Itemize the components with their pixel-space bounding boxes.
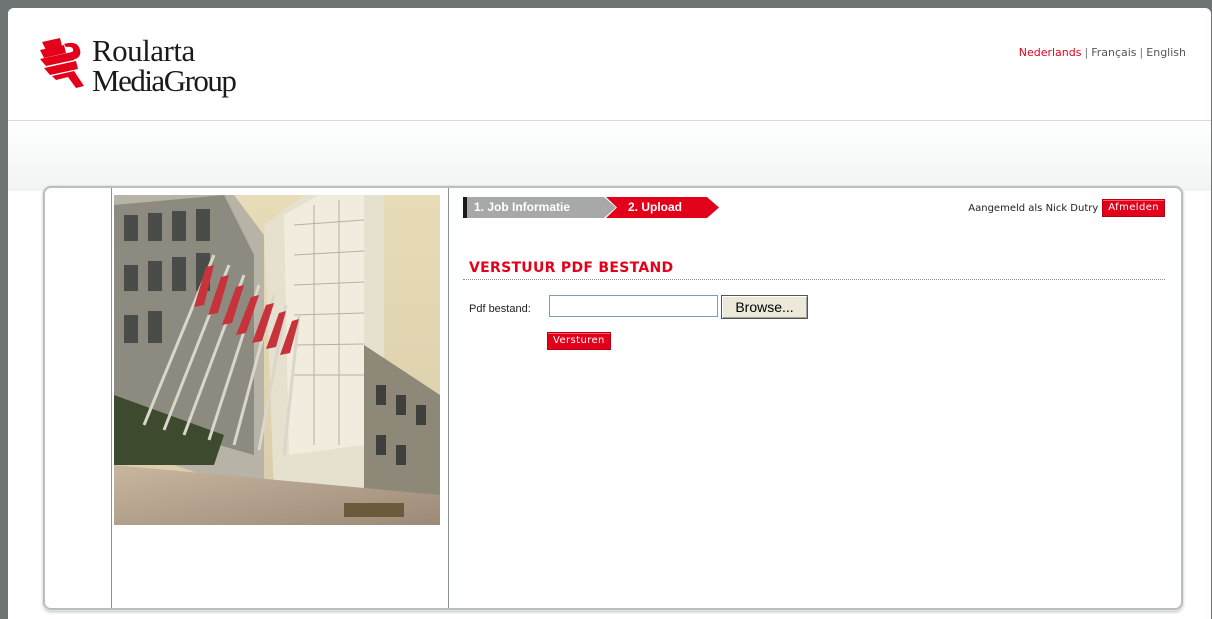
column-divider — [111, 188, 112, 608]
step-label: 2. Upload — [628, 200, 683, 214]
pdf-file-input[interactable] — [549, 295, 718, 317]
step-label: 1. Job Informatie — [474, 200, 571, 214]
logged-in-text: Aangemeld als Nick Dutry — [968, 202, 1099, 214]
lang-link-nl[interactable]: Nederlands — [1019, 46, 1082, 59]
roularta-r-icon — [40, 38, 84, 88]
header-band — [8, 121, 1211, 191]
wizard-steps: 1. Job Informatie 2. Upload — [463, 197, 763, 218]
main-panel: 1. Job Informatie 2. Upload Aangemeld al… — [43, 186, 1183, 610]
brand-name-line1: Roularta — [92, 33, 195, 68]
column-divider — [448, 188, 449, 608]
submit-button[interactable]: Versturen — [547, 332, 611, 350]
header: Roularta MediaGroup Nederlands | Français |… — [8, 8, 1211, 121]
section-title: VERSTUUR PDF BESTAND — [469, 260, 674, 276]
user-status: Aangemeld als Nick Dutry Afmelden — [968, 199, 1165, 217]
brand-name-line2: MediaGroup — [92, 63, 237, 98]
step-upload[interactable]: 2. Upload — [606, 197, 719, 218]
title-divider — [463, 279, 1165, 280]
browse-button[interactable]: Browse... — [721, 295, 808, 319]
page: Roularta MediaGroup Nederlands | Français |… — [8, 8, 1211, 619]
submit-wrapper: Versturen — [547, 328, 611, 350]
lang-link-en[interactable]: English — [1146, 46, 1186, 59]
step-job-informatie[interactable]: 1. Job Informatie — [467, 197, 616, 218]
lang-separator: | — [1084, 46, 1089, 59]
pdf-file-label: Pdf bestand: — [469, 303, 531, 315]
logout-button[interactable]: Afmelden — [1102, 199, 1165, 217]
step-bar-marker — [463, 197, 467, 218]
language-switcher: Nederlands | Français | English — [1019, 46, 1186, 59]
lang-separator: | — [1139, 46, 1144, 59]
building-photo — [114, 195, 440, 525]
lang-link-fr[interactable]: Français — [1091, 46, 1136, 59]
brand-logo[interactable]: Roularta MediaGroup — [38, 34, 298, 104]
